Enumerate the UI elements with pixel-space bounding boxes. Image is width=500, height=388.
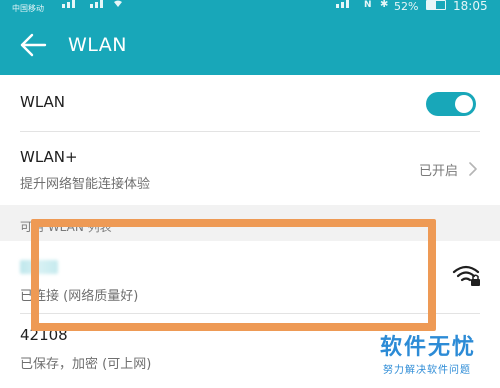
watermark-logo: 软件无忧: [380, 335, 477, 360]
wlan-plus-description: 提升网络智能连接体验: [20, 177, 151, 192]
battery-fill: [427, 1, 437, 9]
wifi-locked-icon: [452, 265, 480, 286]
bluetooth-icon: ✱: [380, 0, 389, 10]
signal-icon: [62, 0, 122, 8]
toggle-knob: [455, 95, 473, 113]
page-title: WLAN: [68, 34, 128, 56]
chevron-right-icon: [469, 162, 477, 176]
wlan-plus-label: WLAN+: [20, 148, 78, 166]
battery-percent: 52%: [394, 0, 419, 13]
app-bar: WLAN: [0, 15, 500, 75]
carrier-label: 中国移动: [12, 4, 44, 13]
wlan-plus-row[interactable]: WLAN+ 提升网络智能连接体验 已开启: [0, 132, 500, 204]
wlan-toggle[interactable]: [426, 92, 476, 116]
signal-small-icon: [336, 0, 349, 8]
network-status: 已保存，加密 (可上网): [20, 357, 152, 372]
battery-icon: [426, 0, 446, 10]
wlan-toggle-row[interactable]: WLAN: [0, 75, 500, 131]
status-bar: 中国移动 N ✱ 52% 18:05: [0, 0, 500, 15]
wlan-label: WLAN: [20, 93, 66, 111]
watermark-tagline: 努力解决软件问题: [383, 365, 471, 376]
back-arrow-icon[interactable]: [18, 32, 48, 58]
nfc-icon: N: [364, 0, 372, 10]
wlan-plus-status: 已开启: [418, 164, 458, 179]
highlight-box: [31, 219, 436, 331]
clock: 18:05: [453, 0, 488, 13]
